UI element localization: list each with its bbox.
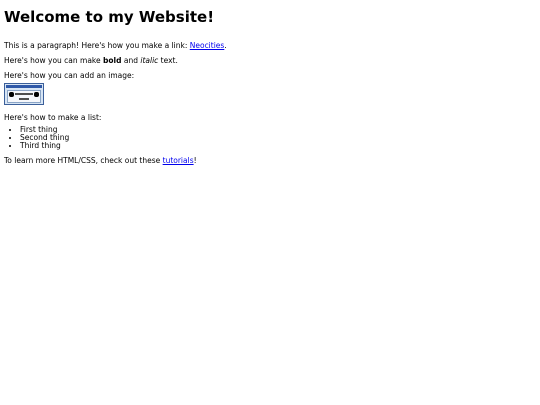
thing-list: First thing Second thing Third thing bbox=[4, 126, 536, 150]
intro-text: This is a paragraph! Here's how you make… bbox=[4, 41, 190, 50]
badge-text-line bbox=[19, 98, 29, 100]
badge-face bbox=[7, 90, 41, 103]
tutorials-link[interactable]: tutorials bbox=[163, 156, 194, 165]
pixel-badge-image bbox=[4, 83, 44, 105]
image-paragraph: Here's how you can add an image: bbox=[4, 71, 135, 80]
neocities-link[interactable]: Neocities bbox=[190, 41, 225, 50]
closing-paragraph: To learn more HTML/CSS, check out these … bbox=[4, 156, 536, 165]
list-intro: Here's how to make a list: bbox=[4, 113, 102, 122]
closing-text: To learn more HTML/CSS, check out these bbox=[4, 155, 163, 165]
italic-text: italic bbox=[140, 56, 159, 65]
page: Welcome to my Website! This is a paragra… bbox=[0, 0, 540, 405]
list-item: Second thing bbox=[20, 133, 536, 142]
skull-icon bbox=[9, 92, 14, 97]
skull-icon bbox=[34, 92, 39, 97]
badge-text-line bbox=[15, 93, 33, 95]
formatting-paragraph: Here's how you can make bold and italic … bbox=[4, 56, 536, 65]
page-heading: Welcome to my Website! bbox=[4, 8, 215, 26]
list-item: Third thing bbox=[20, 141, 536, 150]
bold-text: bold bbox=[103, 56, 122, 65]
formatting-end-text: text. bbox=[158, 56, 178, 65]
list-item: First thing bbox=[20, 126, 536, 134]
formatting-text: Here's how you can make bbox=[4, 56, 103, 65]
badge-titlebar bbox=[6, 85, 42, 88]
intro-end-text: . bbox=[224, 41, 227, 50]
intro-paragraph: This is a paragraph! Here's how you make… bbox=[4, 41, 536, 50]
formatting-middle-text: and bbox=[121, 56, 141, 65]
closing-end-text: ! bbox=[193, 155, 197, 165]
